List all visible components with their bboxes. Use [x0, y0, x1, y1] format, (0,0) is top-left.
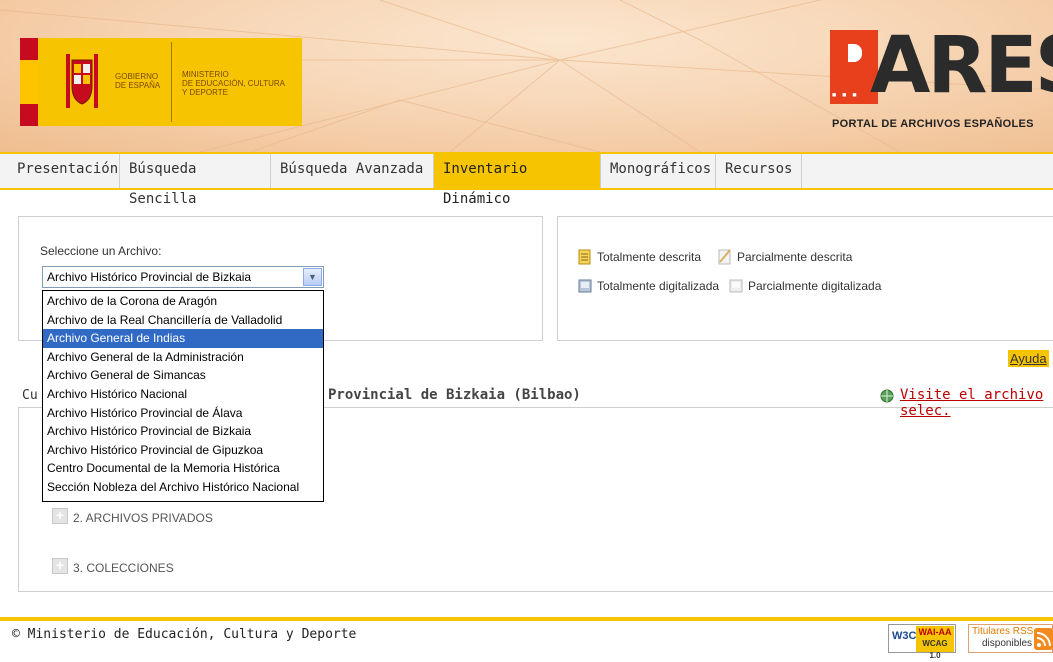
- tree-item-colecciones[interactable]: 3. COLECCIONES: [73, 561, 174, 575]
- site-header: GOBIERNO DE ESPAÑA MINISTERIO DE EDUCACI…: [0, 0, 1053, 152]
- legend-partially-digitized: Parcialmente digitalizada: [748, 279, 882, 293]
- globe-link-icon[interactable]: [880, 389, 894, 403]
- archive-option[interactable]: Archivo Histórico Nacional: [43, 385, 323, 404]
- help-link[interactable]: Ayuda: [1008, 350, 1049, 367]
- legend-partially-described: Parcialmente descrita: [737, 250, 853, 264]
- expand-plus-icon[interactable]: +: [52, 558, 68, 574]
- archive-option[interactable]: Sección Nobleza del Archivo Histórico Na…: [43, 478, 323, 497]
- pares-p-counter: [848, 44, 862, 62]
- coat-of-arms-icon: [66, 54, 98, 108]
- rss-label-2: disponibles: [982, 638, 1033, 649]
- tab-busqueda-avanzada[interactable]: Búsqueda Avanzada: [271, 154, 434, 188]
- archive-option[interactable]: Archivo Histórico Provincial de Gipuzkoa: [43, 441, 323, 460]
- chevron-down-icon[interactable]: ▼: [303, 268, 322, 286]
- fully-described-icon: [578, 249, 591, 265]
- footer-copyright: © Ministerio de Educación, Cultura y Dep…: [12, 627, 357, 642]
- archive-option-highlighted[interactable]: Archivo General de Indias: [43, 329, 323, 348]
- legend-fully-digitized: Totalmente digitalizada: [597, 279, 720, 293]
- pares-dots: ■ ■ ■: [832, 92, 859, 99]
- tab-busqueda-sencilla[interactable]: Búsqueda Sencilla: [120, 154, 271, 207]
- tab-recursos[interactable]: Recursos: [716, 154, 802, 188]
- pares-logo-text[interactable]: ARES: [870, 24, 1053, 108]
- archive-option[interactable]: Archivo General de la Administración: [43, 348, 323, 367]
- archive-select-label: Seleccione un Archivo:: [40, 244, 162, 258]
- wai-line-2: WCAG 1.0: [922, 639, 948, 660]
- spain-flag-icon: [20, 38, 38, 126]
- pares-subtitle: PORTAL DE ARCHIVOS ESPAÑOLES: [832, 118, 1034, 130]
- tree-header-title: Provincial de Bizkaia (Bilbao): [328, 387, 581, 403]
- gov-line-1: GOBIERNO: [115, 72, 159, 81]
- archive-option[interactable]: Archivo Histórico Provincial de Álava: [43, 404, 323, 423]
- partially-digitized-icon: [729, 279, 743, 293]
- legend-fully-described: Totalmente descrita: [597, 250, 702, 264]
- archive-option[interactable]: Archivo General de Simancas: [43, 366, 323, 385]
- archive-option[interactable]: Centro Documental de la Memoria Históric…: [43, 459, 323, 478]
- fully-digitized-icon: [578, 279, 592, 293]
- partially-described-icon: [718, 249, 731, 265]
- tab-inventario-dinamico[interactable]: Inventario Dinámico: [434, 154, 601, 207]
- ministry-line-1: MINISTERIO: [182, 70, 229, 79]
- tab-presentacion[interactable]: Presentación: [8, 154, 120, 188]
- archive-select[interactable]: Archivo Histórico Provincial de Bizkaia: [42, 266, 324, 288]
- archive-option[interactable]: Archivo Histórico Provincial de Bizkaia: [43, 422, 323, 441]
- archive-option[interactable]: Archivo de la Corona de Aragón: [43, 292, 323, 311]
- gobierno-label: GOBIERNO DE ESPAÑA: [115, 72, 171, 90]
- expand-plus-icon[interactable]: +: [52, 508, 68, 524]
- main-nav: Presentación Búsqueda Sencilla Búsqueda …: [0, 152, 1053, 207]
- ministry-line-3: Y DEPORTE: [182, 88, 228, 97]
- rss-icon[interactable]: [1034, 628, 1053, 650]
- archive-option[interactable]: Archivo de la Real Chancillería de Valla…: [43, 311, 323, 330]
- gov-line-2: DE ESPAÑA: [115, 81, 161, 90]
- ministry-label: MINISTERIO DE EDUCACIÓN, CULTURA Y DEPOR…: [182, 70, 302, 97]
- w3c-label: W3C: [892, 630, 917, 642]
- wai-aa-label: WAI-AA WCAG 1.0: [916, 626, 954, 660]
- wai-line-1: WAI-AA: [918, 627, 952, 637]
- tree-header-prefix: Cu: [22, 388, 38, 403]
- footer-divider: [0, 617, 1053, 621]
- rss-label-1: Titulares RSS: [972, 626, 1034, 637]
- visit-archive-link[interactable]: Visite el archivo selec.: [900, 387, 1053, 419]
- tree-item-archivos-privados[interactable]: 2. ARCHIVOS PRIVADOS: [73, 511, 213, 525]
- ministry-line-2: DE EDUCACIÓN, CULTURA: [182, 79, 285, 88]
- tab-monograficos[interactable]: Monográficos: [601, 154, 716, 188]
- archive-select-dropdown: Archivo de la Corona de Aragón Archivo d…: [42, 290, 324, 502]
- logo-divider: [171, 42, 172, 122]
